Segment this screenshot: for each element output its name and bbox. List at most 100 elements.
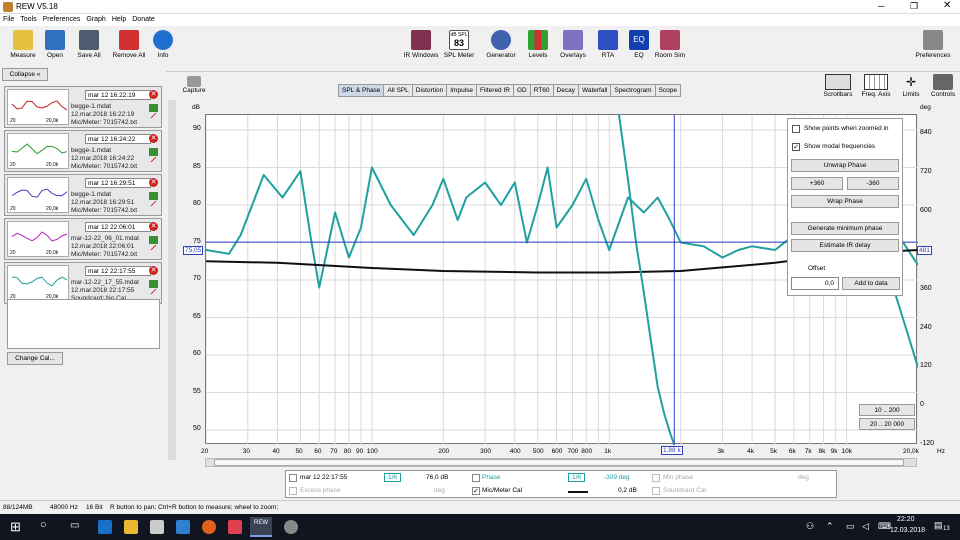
plus-360-button[interactable]: +360 (791, 177, 843, 190)
measurement-thumbnail[interactable]: 20 20,0k (7, 177, 69, 213)
settings-icon[interactable] (284, 520, 298, 534)
line-style-icon[interactable] (150, 200, 157, 207)
chart-icon[interactable] (149, 192, 158, 200)
remove-measurement-icon[interactable]: ✕ (149, 222, 158, 231)
measurement-name-field[interactable]: mar 12 22:17:55 (85, 266, 151, 276)
network-icon[interactable]: ▭ (846, 521, 855, 532)
volume-icon[interactable]: ◁ (862, 521, 869, 532)
excess-phase-checkbox[interactable] (289, 487, 297, 495)
offset-input[interactable]: 0,0 (791, 277, 839, 290)
horizontal-scrollbar[interactable] (205, 458, 917, 467)
chart-icon[interactable] (149, 280, 158, 288)
close-icon[interactable]: ✕ (943, 0, 951, 11)
people-icon[interactable]: ⚇ (806, 521, 814, 532)
minus-360-button[interactable]: -360 (847, 177, 899, 190)
measurement-thumbnail[interactable]: 20 20,0k (7, 221, 69, 257)
tab-all-spl[interactable]: All SPL (383, 84, 413, 97)
info-button[interactable]: Info (140, 30, 186, 59)
line-style-icon[interactable] (150, 288, 157, 295)
media-player-icon[interactable] (228, 520, 242, 534)
collapse-button[interactable]: Collapse « (2, 68, 48, 81)
spl-meter-button[interactable]: dB SPL 83 SPL Meter (436, 30, 482, 59)
tab-waterfall[interactable]: Waterfall (577, 84, 612, 97)
change-cal-button[interactable]: Change Cal... (7, 352, 63, 365)
tab-distortion[interactable]: Distortion (411, 84, 448, 97)
line-style-icon[interactable] (150, 112, 157, 119)
soundcard-cal-checkbox[interactable] (652, 487, 660, 495)
spl-smoothing-button[interactable]: 1/6 (384, 473, 402, 482)
windows-start-icon[interactable]: ⊞ (10, 519, 21, 535)
measurement-thumbnail[interactable]: 20 20,0k (7, 265, 69, 301)
tab-spectrogram[interactable]: Spectrogram (610, 84, 656, 97)
preferences-button[interactable]: Preferences (910, 30, 956, 59)
tab-gd[interactable]: GD (512, 84, 531, 97)
menu-graph[interactable]: Graph (83, 15, 108, 24)
measurement-item[interactable]: 20 20,0k mar 12 16:29:51 ✕ begge-1.mdat 1… (4, 174, 162, 216)
task-view-icon[interactable]: ▭ (70, 520, 79, 531)
scrollbar-thumb[interactable] (214, 459, 904, 466)
store-icon[interactable] (150, 520, 164, 534)
estimate-ir-delay-button[interactable]: Estimate IR delay (791, 239, 899, 252)
notification-icon[interactable]: ▤ (934, 520, 943, 531)
remove-measurement-icon[interactable]: ✕ (149, 90, 158, 99)
mail-icon[interactable] (176, 520, 190, 534)
rew-taskbar-button[interactable]: REW (250, 517, 272, 537)
chart-icon[interactable] (149, 104, 158, 112)
generate-min-phase-button[interactable]: Generate minimum phase (791, 222, 899, 235)
min-phase-checkbox[interactable] (652, 474, 660, 482)
measurement-thumbnail[interactable]: 20 20,0k (7, 89, 69, 125)
controls-button[interactable]: Controls (928, 74, 958, 98)
range-10-200-button[interactable]: 10 .. 200 (859, 404, 915, 416)
mic-cal-checkbox[interactable]: ✓ (472, 487, 480, 495)
chart-icon[interactable] (149, 236, 158, 244)
menu-donate[interactable]: Donate (129, 15, 158, 24)
phase-smoothing-button[interactable]: 1/6 (568, 473, 586, 482)
unwrap-phase-button[interactable]: Unwrap Phase (791, 159, 899, 172)
show-modal-checkbox[interactable]: ✓ (792, 143, 800, 151)
tab-rt60[interactable]: RT60 (529, 84, 554, 97)
limits-button[interactable]: ✛ Limits (896, 74, 926, 98)
menu-file[interactable]: File (0, 15, 17, 24)
tab-impulse[interactable]: Impulse (446, 84, 477, 97)
chart-icon[interactable] (149, 148, 158, 156)
remove-measurement-icon[interactable]: ✕ (149, 266, 158, 275)
maximize-icon[interactable]: ❐ (910, 1, 918, 12)
measurement-name-field[interactable]: mar 12 22:06:01 (85, 222, 151, 232)
wrap-phase-button[interactable]: Wrap Phase (791, 195, 899, 208)
measurement-item[interactable]: 20 20,0k mar 12 22:17:55 ✕ mar-12-22_17_5… (4, 262, 162, 304)
left-scrollbar[interactable] (168, 100, 176, 460)
room-sim-button[interactable]: Room Sim (647, 30, 693, 59)
line-style-icon[interactable] (150, 244, 157, 251)
measurement-name-field[interactable]: mar 12 16:24:22 (85, 134, 151, 144)
tab-scope[interactable]: Scope (654, 84, 682, 97)
firefox-icon[interactable] (202, 520, 216, 534)
measurement-item[interactable]: 20 20,0k mar 12 22:06:01 ✕ mar-12-22_06_0… (4, 218, 162, 260)
tab-filtered-ir[interactable]: Filtered IR (476, 84, 514, 97)
search-icon[interactable]: ○ (40, 519, 47, 531)
edge-icon[interactable] (98, 520, 112, 534)
tab-decay[interactable]: Decay (552, 84, 579, 97)
range-20-20000-button[interactable]: 20 .. 20 000 (859, 418, 915, 430)
menu-tools[interactable]: Tools (17, 15, 39, 24)
minimize-icon[interactable]: ─ (878, 1, 884, 11)
explorer-icon[interactable] (124, 520, 138, 534)
menu-help[interactable]: Help (109, 15, 129, 24)
show-points-checkbox[interactable] (792, 125, 800, 133)
tab-spl-phase[interactable]: SPL & Phase (338, 84, 385, 97)
measurement-item[interactable]: 20 20,0k mar 12 16:22:19 ✕ begge-1.mdat 1… (4, 86, 162, 128)
phase-checkbox[interactable] (472, 474, 480, 482)
add-to-data-button[interactable]: Add to data (842, 277, 900, 290)
trace-checkbox[interactable] (289, 474, 297, 482)
menu-preferences[interactable]: Preferences (40, 15, 84, 24)
capture-button[interactable]: Capture (180, 76, 208, 94)
remove-measurement-icon[interactable]: ✕ (149, 134, 158, 143)
measurement-name-field[interactable]: mar 12 16:29:51 (85, 178, 151, 188)
measurement-thumbnail[interactable]: 20 20,0k (7, 133, 69, 169)
measurement-name-field[interactable]: mar 12 16:22:19 (85, 90, 151, 100)
notes-area[interactable] (7, 299, 160, 349)
line-style-icon[interactable] (150, 156, 157, 163)
remove-measurement-icon[interactable]: ✕ (149, 178, 158, 187)
measurement-item[interactable]: 20 20,0k mar 12 16:24:22 ✕ begge-1.mdat 1… (4, 130, 162, 172)
scrollbars-button[interactable]: Scrollbars (820, 74, 856, 98)
freq-axis-button[interactable]: Freq. Axis (858, 74, 894, 98)
